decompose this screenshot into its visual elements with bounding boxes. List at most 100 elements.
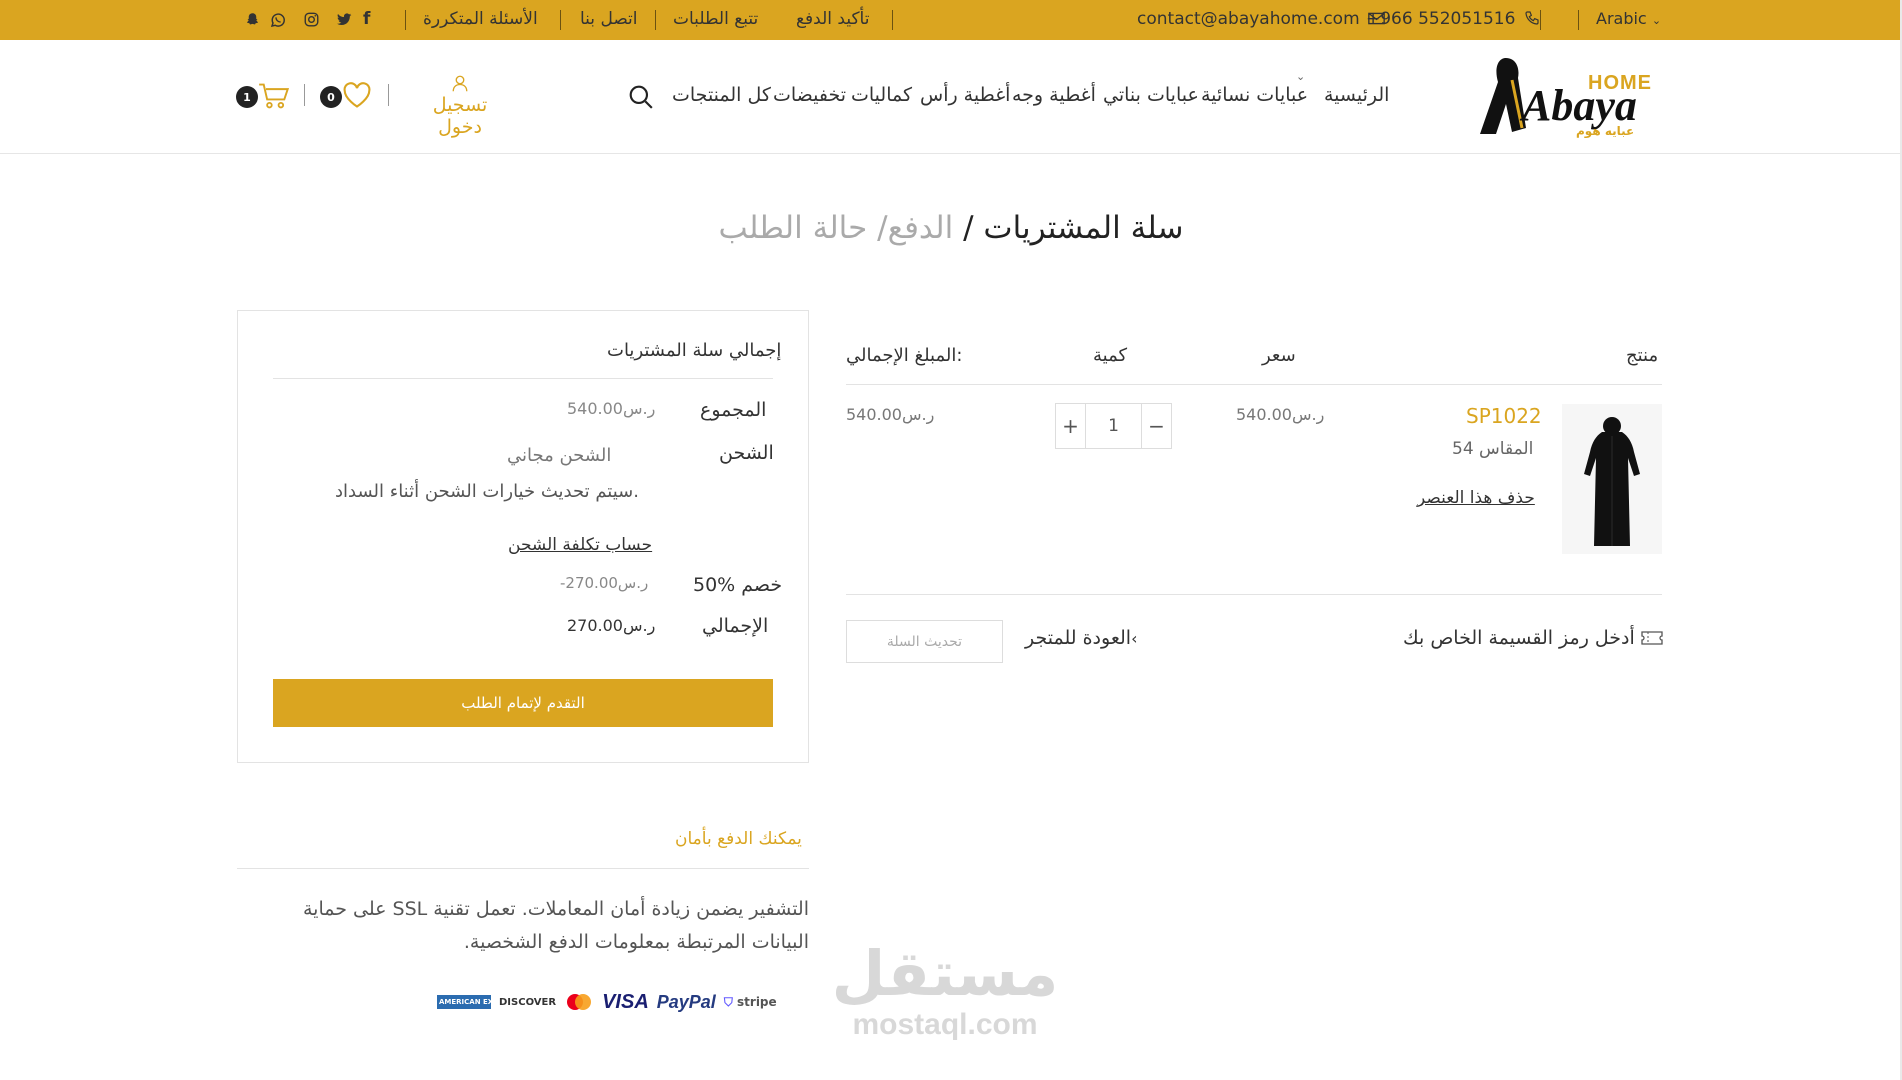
secure-payment-text: التشفير يضمن زيادة أمان المعاملات. تعمل … xyxy=(237,893,809,959)
divider xyxy=(273,378,773,379)
divider xyxy=(388,84,389,106)
coupon-label: أدخل رمز القسيمة الخاص بك xyxy=(1403,627,1635,649)
cart-totals-title: إجمالي سلة المشتريات xyxy=(607,340,782,361)
back-to-shop-link[interactable]: العودة للمتجر‹ xyxy=(1025,627,1137,649)
chevron-left-icon: ‹ xyxy=(1131,629,1138,648)
chevron-down-icon: ⌄ xyxy=(1296,70,1306,83)
nav-item-face-covers[interactable]: أغطية وجه xyxy=(1012,84,1096,106)
site-logo[interactable]: HOME Abaya عبايه هوم xyxy=(1476,54,1662,140)
instagram-icon[interactable] xyxy=(304,12,319,27)
topbar-link-confirm-payment[interactable]: تأكيد الدفع xyxy=(796,9,869,29)
mastercard-icon xyxy=(567,994,592,1010)
shipping-value: الشحن مجاني xyxy=(507,445,612,466)
language-selector[interactable]: Arabic ⌄ xyxy=(1596,9,1661,28)
secure-text-line-2: البيانات المرتبطة بمعلومات الدفع الشخصية… xyxy=(463,931,809,953)
phone-text: +966 552051516 xyxy=(1366,9,1516,29)
minus-icon[interactable]: − xyxy=(1141,404,1171,448)
user-icon xyxy=(452,75,468,92)
proceed-to-checkout-button[interactable]: التقدم لإتمام الطلب xyxy=(273,679,773,727)
secure-payment-title: يمكنك الدفع بأمان xyxy=(675,829,802,849)
divider xyxy=(846,594,1662,595)
quantity-input[interactable]: 1 xyxy=(1086,404,1141,448)
twitter-icon[interactable] xyxy=(337,13,352,26)
item-total: ر.س540.00 xyxy=(846,405,935,424)
language-label: Arabic xyxy=(1596,9,1647,28)
whatsapp-icon[interactable] xyxy=(270,12,286,28)
divider xyxy=(892,10,893,30)
search-icon[interactable] xyxy=(628,84,654,110)
nav-item-girls-abayas[interactable]: عبايات بناتي xyxy=(1103,84,1199,106)
breadcrumb-separator: / xyxy=(963,210,974,246)
amex-icon: AMERICAN EXPRESS xyxy=(437,995,491,1009)
total-value: ر.س270.00 xyxy=(567,616,656,635)
nav-item-womens-abayas[interactable]: عبايات نسائية ⌄ xyxy=(1201,70,1309,106)
heart-icon[interactable] xyxy=(342,82,372,109)
shipping-note: سيتم تحديث خيارات الشحن أثناء السداد. xyxy=(335,481,639,502)
top-bar: Arabic ⌄ +966 552051516 contact@abayahom… xyxy=(0,0,1902,40)
column-header-price: سعر xyxy=(1262,345,1296,366)
plus-icon[interactable]: + xyxy=(1056,404,1086,448)
visa-icon: VISA xyxy=(602,990,649,1013)
product-sku-link[interactable]: SP1022 xyxy=(1466,404,1542,428)
shield-icon: ⛉ xyxy=(723,994,733,1009)
calculate-shipping-link[interactable]: حساب تكلفة الشحن xyxy=(508,535,652,555)
back-to-shop-label: العودة للمتجر xyxy=(1025,627,1132,649)
login-label: تسجيل دخول xyxy=(432,94,488,138)
divider xyxy=(1578,10,1579,30)
nav-item-sale[interactable]: تخفيضات xyxy=(773,84,846,106)
discount-value: -ر.س270.00 xyxy=(560,574,649,592)
phone-icon xyxy=(1525,11,1539,25)
topbar-link-contact[interactable]: اتصل بنا xyxy=(580,9,638,29)
nav-item-all-products[interactable]: كل المنتجات xyxy=(672,84,771,106)
remove-item-link[interactable]: حذف هذا العنصر xyxy=(1417,488,1535,508)
divider xyxy=(655,10,656,30)
paypal-icon: PayPal xyxy=(656,991,716,1012)
product-thumbnail[interactable] xyxy=(1562,404,1662,554)
abaya-product-image xyxy=(1584,417,1640,546)
watermark-url: mostaql.com xyxy=(852,1008,1038,1041)
secure-text-line-1: التشفير يضمن زيادة أمان المعاملات. تعمل … xyxy=(302,898,809,920)
divider xyxy=(304,84,305,106)
email-link[interactable]: contact@abayahome.com xyxy=(1137,9,1385,29)
divider xyxy=(560,10,561,30)
stripe-label: stripe xyxy=(737,994,777,1009)
item-price: ر.س540.00 xyxy=(1236,405,1325,424)
subtotal-value: ر.س540.00 xyxy=(567,399,656,418)
topbar-link-faq[interactable]: الأسئلة المتكررة xyxy=(423,9,538,29)
divider xyxy=(405,10,406,30)
wishlist-count-badge: 0 xyxy=(320,86,342,108)
update-cart-button[interactable]: تحديث السلة xyxy=(846,620,1003,663)
nav-item-accessories[interactable]: كماليات xyxy=(851,84,912,106)
column-header-product: منتج xyxy=(1626,345,1659,366)
step-payment-status: الدفع/ حالة الطلب xyxy=(718,210,954,246)
facebook-icon[interactable]: f xyxy=(363,9,370,29)
mostaql-watermark: مستقل mostaql.com xyxy=(820,940,1070,1042)
nav-item-label: عبايات نسائية xyxy=(1201,84,1309,106)
divider xyxy=(237,868,809,869)
email-text: contact@abayahome.com xyxy=(1137,9,1360,29)
login-link[interactable]: تسجيل دخول xyxy=(410,74,510,138)
snapchat-icon[interactable] xyxy=(245,12,260,27)
discount-label: 50% خصم xyxy=(693,574,783,596)
divider xyxy=(846,384,1662,385)
phone-link[interactable]: +966 552051516 xyxy=(1366,9,1540,29)
stripe-icon: ⛉ stripe xyxy=(724,995,777,1010)
column-header-qty: كمية xyxy=(1093,345,1128,366)
cart-count-badge: 1 xyxy=(236,86,258,108)
divider xyxy=(1540,10,1541,30)
mail-icon xyxy=(1368,12,1385,25)
ticket-icon xyxy=(1641,631,1663,645)
chevron-down-icon: ⌄ xyxy=(1651,14,1662,27)
coupon-toggle[interactable]: أدخل رمز القسيمة الخاص بك xyxy=(1403,627,1663,649)
subtotal-label: المجموع xyxy=(700,399,767,421)
nav-item-head-covers[interactable]: أغطية رأس xyxy=(920,84,1010,106)
product-size: المقاس 54 xyxy=(1452,439,1534,459)
watermark-arabic: مستقل xyxy=(831,937,1059,1010)
cart-icon[interactable] xyxy=(258,82,290,110)
topbar-link-track-orders[interactable]: تتبع الطلبات xyxy=(673,9,758,29)
column-header-total: المبلغ الإجمالي: xyxy=(846,345,963,366)
payment-methods-logos: AMERICAN EXPRESS DISCOVER VISA PayPal ⛉ … xyxy=(437,988,777,1016)
logo-arabic-text: عبايه هوم xyxy=(1576,124,1635,138)
step-cart: سلة المشتريات xyxy=(983,210,1184,246)
nav-item-home[interactable]: الرئيسية xyxy=(1324,84,1389,106)
